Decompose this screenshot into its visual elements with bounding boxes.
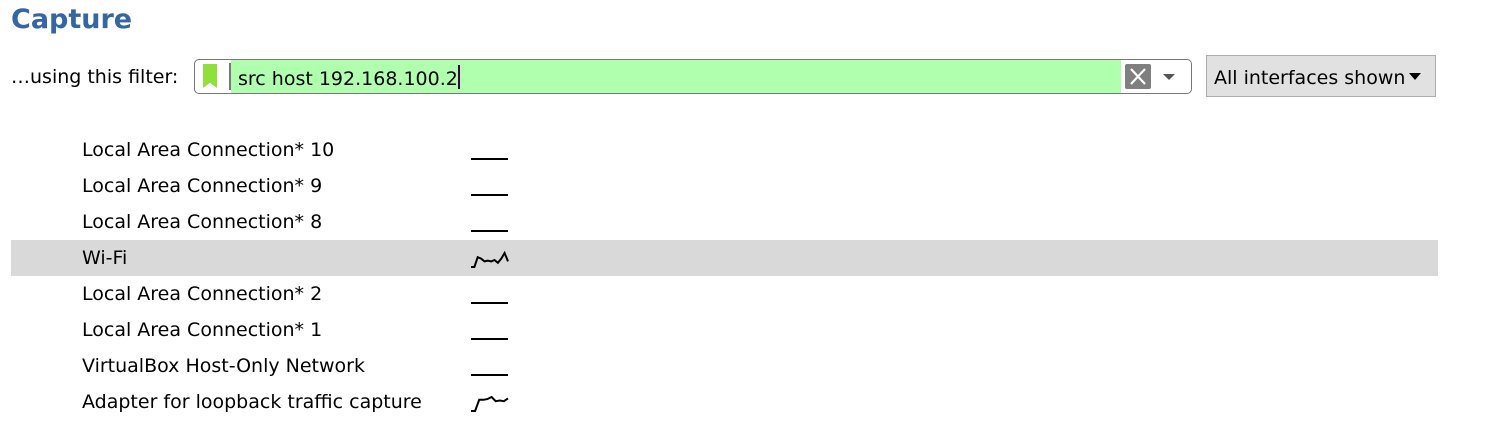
traffic-sparkline	[471, 194, 508, 196]
interface-row[interactable]: Local Area Connection* 2	[11, 276, 1438, 312]
interface-name: Adapter for loopback traffic capture	[82, 391, 422, 413]
interface-name: Wi-Fi	[82, 247, 128, 269]
interfaces-shown-button[interactable]: All interfaces shown	[1206, 55, 1436, 97]
text-cursor	[457, 65, 460, 89]
interface-list: Local Area Connection* 10 Local Area Conn…	[11, 132, 1438, 420]
interface-name: Local Area Connection* 10	[82, 139, 335, 161]
filter-text[interactable]: src host 192.168.100.2	[238, 65, 460, 90]
interface-name: Local Area Connection* 1	[82, 319, 323, 341]
traffic-sparkline	[471, 302, 508, 304]
interface-name: Local Area Connection* 8	[82, 211, 323, 233]
interface-name: VirtualBox Host-Only Network	[82, 355, 365, 377]
capture-filter-input[interactable]: src host 192.168.100.2	[194, 59, 1192, 94]
clear-icon[interactable]	[1125, 64, 1151, 89]
bookmark-icon[interactable]	[203, 64, 217, 88]
traffic-sparkline	[471, 158, 508, 160]
page-title: Capture	[11, 4, 133, 35]
interface-row[interactable]: Wi-Fi	[11, 240, 1438, 276]
filter-value[interactable]: src host 192.168.100.2	[238, 68, 458, 90]
interface-row[interactable]: VirtualBox Host-Only Network	[11, 348, 1438, 384]
interfaces-button-label: All interfaces shown	[1214, 67, 1406, 89]
interface-name: Local Area Connection* 9	[82, 175, 323, 197]
traffic-sparkline	[471, 250, 509, 268]
interface-row[interactable]: Local Area Connection* 8	[11, 204, 1438, 240]
sparkline-line	[471, 395, 509, 412]
sparkline-line	[471, 250, 509, 268]
traffic-sparkline	[471, 230, 508, 232]
interface-row[interactable]: Local Area Connection* 10	[11, 132, 1438, 168]
chevron-down-icon[interactable]	[1163, 74, 1175, 80]
traffic-sparkline	[471, 338, 508, 340]
filter-label: …using this filter:	[11, 66, 179, 88]
interface-row[interactable]: Adapter for loopback traffic capture	[11, 384, 1438, 420]
traffic-sparkline	[471, 374, 508, 376]
interface-row[interactable]: Local Area Connection* 1	[11, 312, 1438, 348]
interface-name: Local Area Connection* 2	[82, 283, 323, 305]
interface-row[interactable]: Local Area Connection* 9	[11, 168, 1438, 204]
dropdown-arrow-icon	[1409, 73, 1422, 80]
traffic-sparkline	[471, 395, 509, 412]
